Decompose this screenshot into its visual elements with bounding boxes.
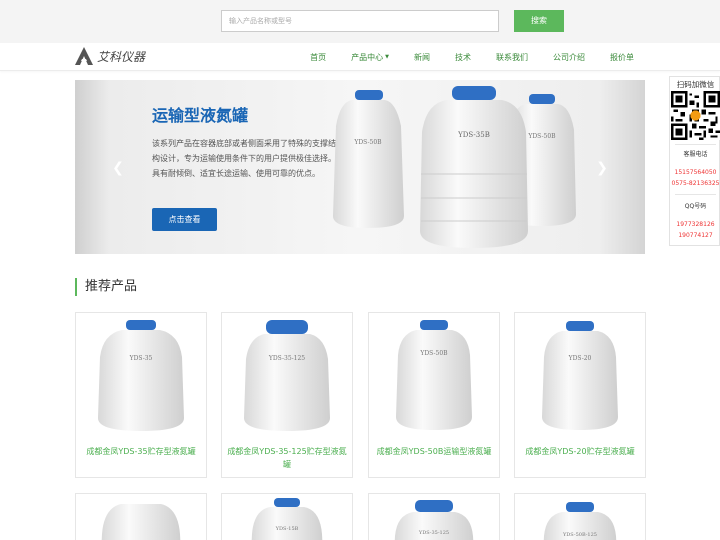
product-image: YDS-35-125: [394, 500, 474, 540]
banner-title: 运输型液氮罐: [152, 106, 249, 125]
product-card[interactable]: YDS-35 成都金凤YDS-35贮存型液氮罐: [75, 312, 207, 478]
nav-menu: 首页 产品中心 ▼ 新闻 技术 联系我们 公司介绍 报价单: [285, 43, 634, 71]
product-name[interactable]: 成都金凤YDS-35贮存型液氮罐: [80, 445, 202, 458]
hero-banner: 运输型液氮罐 该系列产品在容器底部或者侧面采用了特殊的支撑结构设计，专为运输使用…: [75, 80, 645, 254]
product-card[interactable]: YDS-35-125: [368, 493, 500, 540]
chevron-down-icon: ▼: [385, 54, 389, 60]
qq-number[interactable]: 1977328126: [670, 221, 720, 228]
nav-item-quote[interactable]: 报价单: [610, 52, 634, 63]
nav-item-products[interactable]: 产品中心 ▼: [351, 52, 389, 63]
qq-number[interactable]: 190774127: [670, 232, 720, 239]
product-image: YDS-35-125: [244, 320, 330, 431]
banner-description: 该系列产品在容器底部或者侧面采用了特殊的支撑结构设计，专为运输使用条件下的用户提…: [152, 139, 336, 178]
svg-text:YDS-35-125: YDS-35-125: [418, 530, 449, 536]
product-image: [101, 504, 181, 540]
svg-text:YDS-50B-125: YDS-50B-125: [562, 532, 597, 538]
product-card[interactable]: YDS-20 成都金凤YDS-20贮存型液氮罐: [514, 312, 646, 478]
product-card[interactable]: YDS-50B 成都金凤YDS-50B运输型液氮罐: [368, 312, 500, 478]
service-phone[interactable]: 0575-82136325: [670, 180, 720, 187]
product-name[interactable]: 成都金凤YDS-20贮存型液氮罐: [519, 445, 641, 458]
svg-text:YDS-35B: YDS-35B: [457, 131, 490, 139]
top-search-bar: 搜索: [0, 0, 720, 43]
search-button[interactable]: 搜索: [514, 10, 564, 32]
nav-item-about[interactable]: 公司介绍: [553, 52, 585, 63]
service-phone-label: 客服电话: [683, 151, 708, 158]
svg-text:YDS-50B: YDS-50B: [353, 139, 382, 146]
product-card[interactable]: YDS-35-125 成都金凤YDS-35-125贮存型液氮罐: [221, 312, 353, 478]
section-title: 推荐产品: [75, 278, 137, 296]
chevron-left-icon[interactable]: ❮: [110, 160, 126, 176]
logo-icon: [75, 47, 93, 65]
svg-text:YDS-35: YDS-35: [129, 355, 153, 362]
logo-text: 艾科仪器: [97, 49, 146, 64]
product-card[interactable]: YDS-15B: [221, 493, 353, 540]
service-phone[interactable]: 15157564050: [670, 169, 720, 176]
qq-label: QQ号码: [684, 203, 707, 210]
product-image: YDS-50B: [396, 320, 472, 430]
product-name[interactable]: 成都金凤YDS-50B运输型液氮罐: [373, 445, 495, 458]
divider: [675, 144, 716, 145]
banner-product-image: YDS-50B YDS-50B YDS-35B: [333, 86, 576, 248]
svg-text:YDS-35-125: YDS-35-125: [268, 355, 305, 362]
svg-text:YDS-20: YDS-20: [568, 355, 592, 362]
product-name[interactable]: 成都金凤YDS-35-125贮存型液氮罐: [226, 445, 348, 471]
svg-text:YDS-50B: YDS-50B: [527, 133, 556, 140]
nav-item-tech[interactable]: 技术: [455, 52, 471, 63]
nav-item-home[interactable]: 首页: [310, 52, 326, 63]
main-navbar: 艾科仪器 首页 产品中心 ▼ 新闻 技术 联系我们 公司介绍 报价单: [0, 43, 720, 71]
contact-side-panel: 扫码加微信 客服电话 15157564050 0575-82136325 QQ号…: [669, 76, 720, 246]
nav-item-news[interactable]: 新闻: [414, 52, 430, 63]
product-image: YDS-50B-125: [543, 502, 617, 540]
wechat-qr-title: 扫码加微信: [676, 80, 715, 89]
product-card[interactable]: [75, 493, 207, 540]
search-input[interactable]: [221, 10, 499, 32]
nav-item-contact[interactable]: 联系我们: [496, 52, 528, 63]
product-image: YDS-35: [98, 320, 184, 431]
wechat-qr-code: [671, 91, 720, 140]
svg-text:YDS-50B: YDS-50B: [419, 350, 448, 357]
chevron-right-icon[interactable]: ❯: [594, 160, 610, 176]
product-image: YDS-20: [542, 321, 618, 430]
banner-view-button[interactable]: 点击查看: [152, 208, 217, 231]
divider: [675, 194, 716, 195]
product-card[interactable]: YDS-50B-125: [514, 493, 646, 540]
product-image: YDS-15B: [251, 498, 323, 540]
logo[interactable]: 艾科仪器: [74, 46, 145, 66]
svg-text:YDS-15B: YDS-15B: [275, 526, 299, 532]
